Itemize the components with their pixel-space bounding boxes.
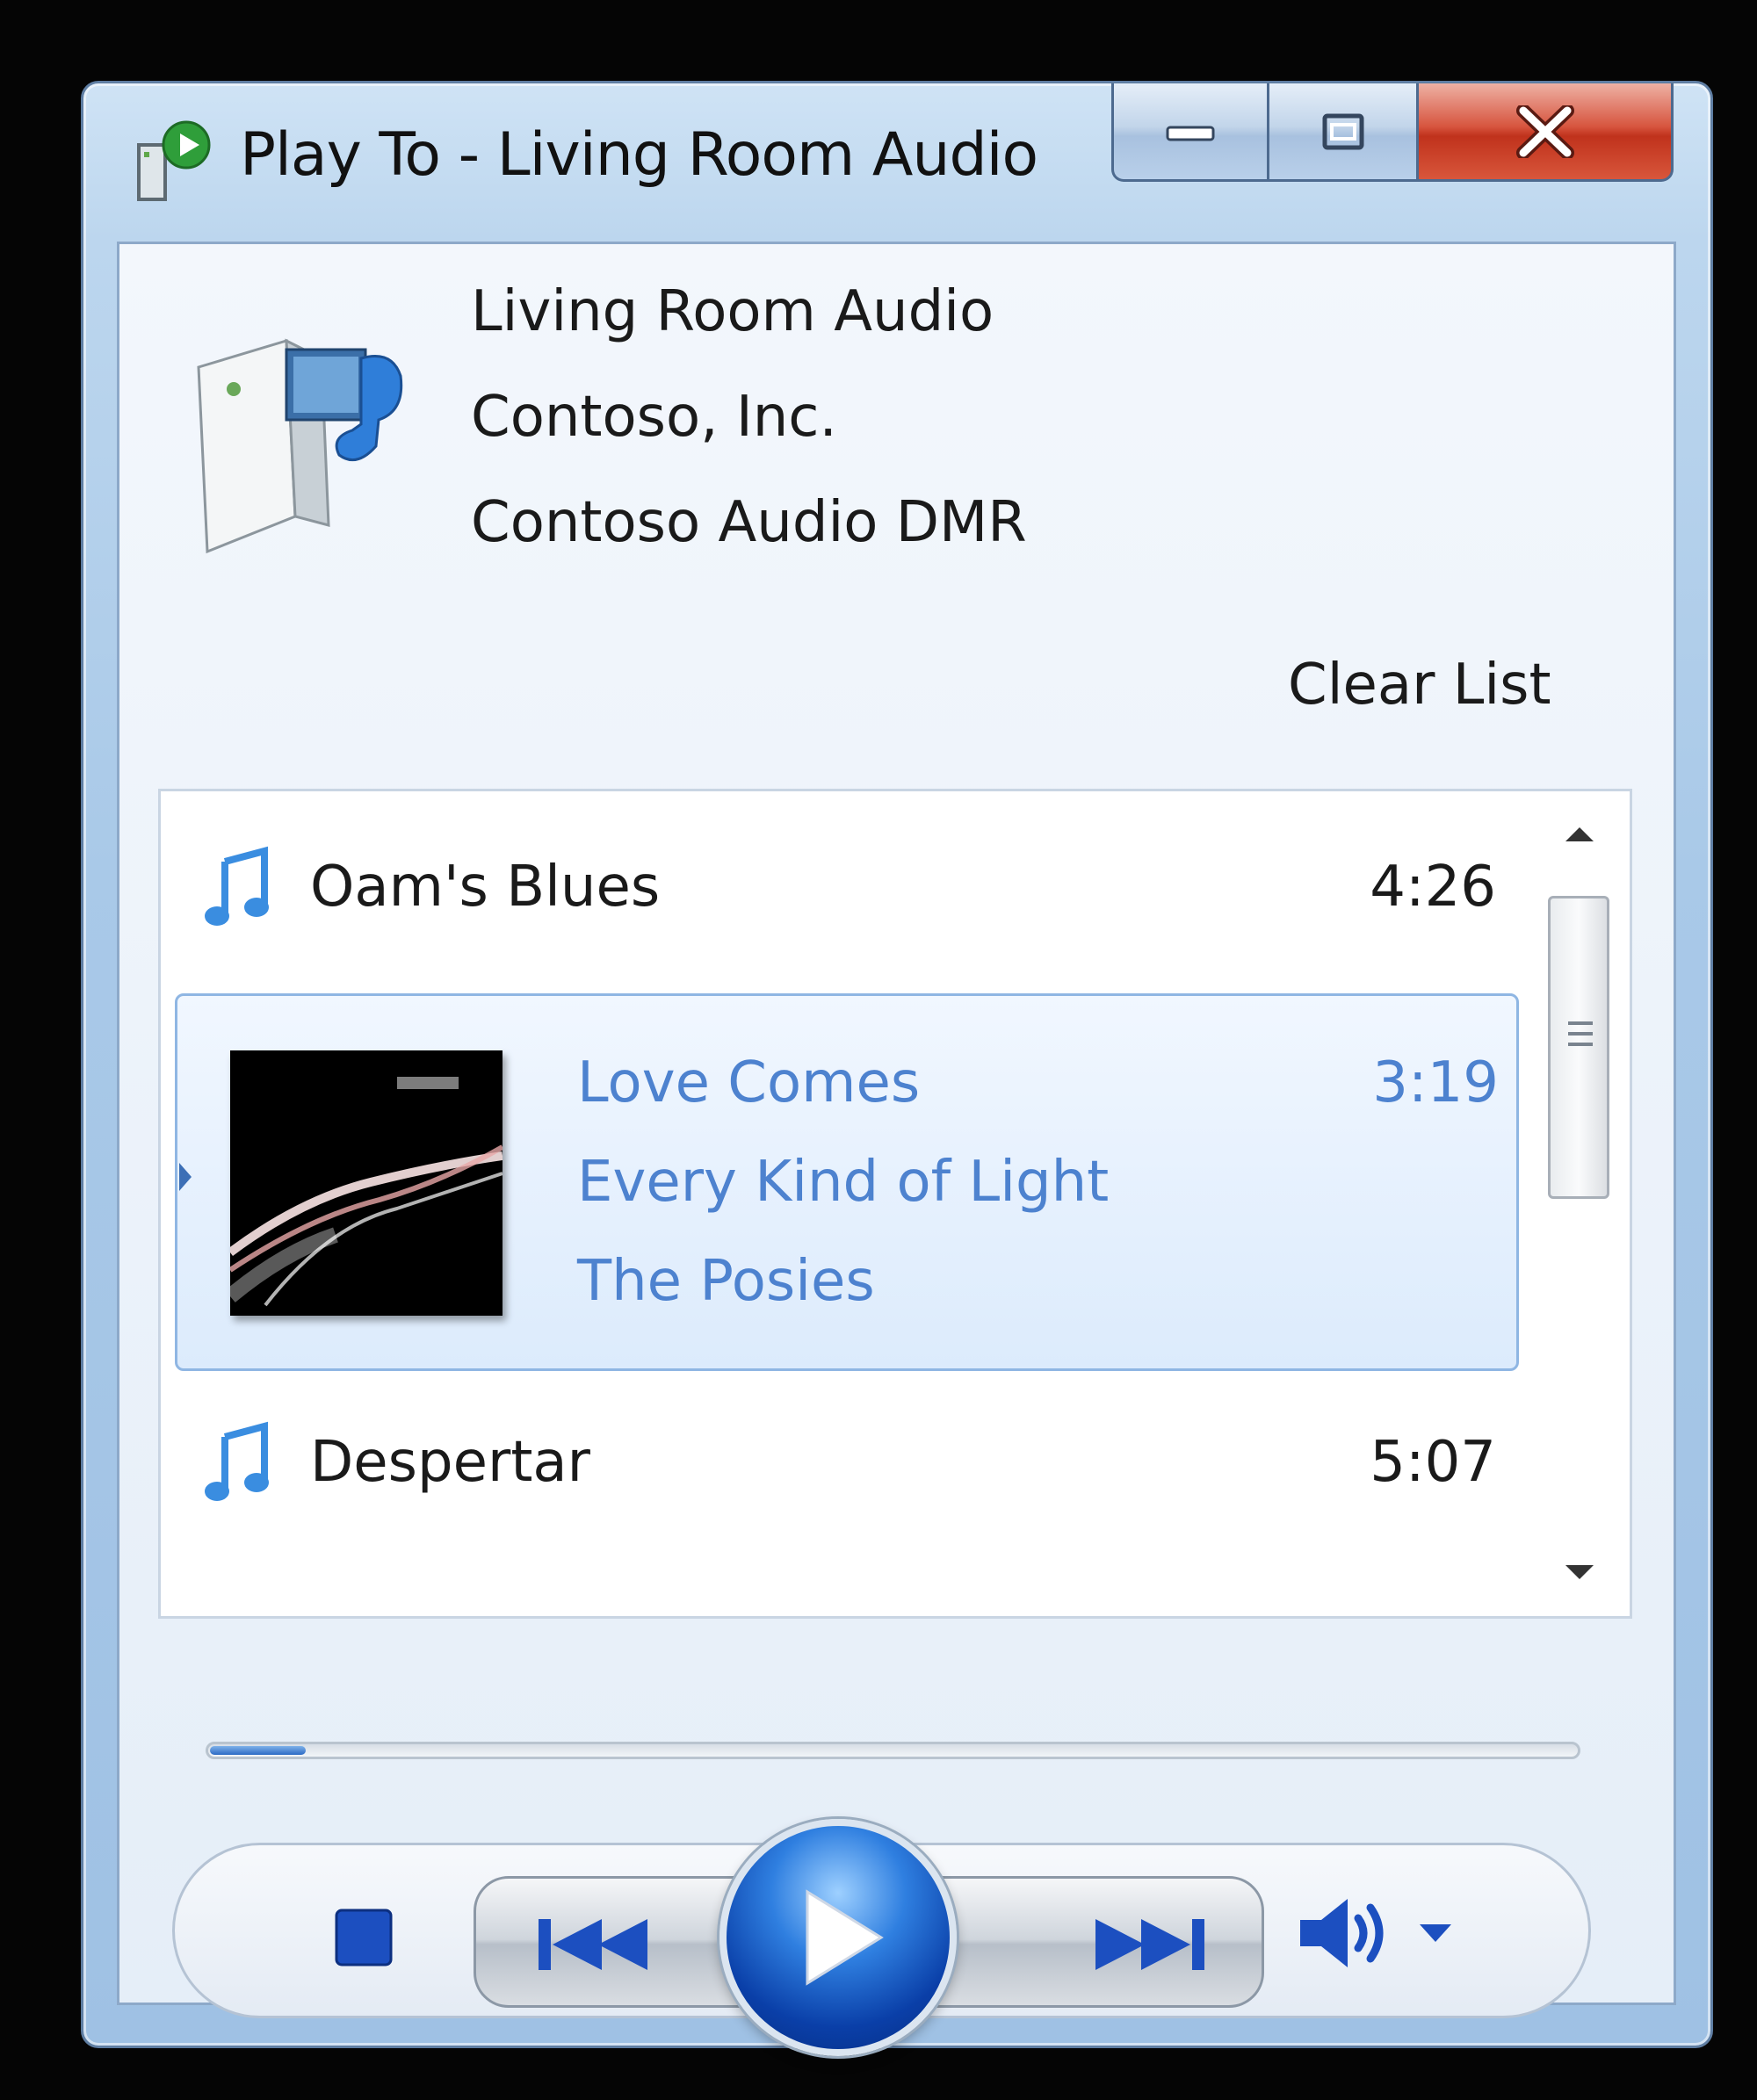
music-note-icon — [205, 1421, 269, 1501]
next-track-icon — [1095, 1919, 1204, 1970]
device-model: Contoso Audio DMR — [471, 490, 1027, 555]
volume-dropdown-button[interactable] — [1409, 1911, 1462, 1955]
speaker-volume-icon — [1300, 1899, 1384, 1967]
clear-list-link[interactable]: Clear List — [1288, 653, 1551, 718]
track-title: Oam's Blues — [310, 855, 661, 920]
track-title: Love Comes — [577, 1050, 921, 1115]
minimize-icon — [1166, 126, 1215, 141]
track-duration: 4:26 — [1370, 855, 1496, 920]
play-to-window: Play To - Living Room Audio Living Room … — [81, 81, 1713, 2056]
chevron-up-icon — [1565, 827, 1594, 841]
maximize-icon — [1322, 113, 1363, 149]
music-note-icon — [205, 846, 269, 926]
track-duration: 5:07 — [1370, 1430, 1496, 1495]
seek-bar[interactable] — [206, 1742, 1580, 1759]
stop-button[interactable] — [324, 1898, 403, 1977]
stop-icon — [335, 1909, 393, 1966]
window-title: Play To - Living Room Audio — [240, 120, 1038, 190]
play-to-icon — [137, 120, 211, 201]
list-item[interactable]: Oam's Blues 4:26 — [161, 844, 1514, 949]
previous-track-button[interactable] — [511, 1901, 687, 1988]
maximize-button[interactable] — [1269, 83, 1419, 182]
seek-bar-fill — [210, 1746, 306, 1755]
next-track-button[interactable] — [1056, 1901, 1232, 1988]
scroll-up-button[interactable] — [1537, 804, 1621, 865]
now-playing-marker — [179, 1163, 192, 1191]
album-art — [230, 1050, 503, 1316]
play-icon — [806, 1889, 884, 1986]
title-bar[interactable]: Play To - Living Room Audio — [83, 83, 1710, 237]
caption-buttons — [1111, 83, 1674, 182]
track-duration: 3:19 — [1372, 1050, 1499, 1115]
close-icon — [1515, 105, 1574, 158]
play-button[interactable] — [719, 1819, 957, 2056]
previous-track-icon — [539, 1919, 647, 1970]
playlist: Oam's Blues 4:26 Love Comes 3:19 Every K… — [158, 789, 1632, 1619]
selected-track[interactable]: Love Comes 3:19 Every Kind of Light The … — [175, 993, 1519, 1371]
track-album: Every Kind of Light — [577, 1150, 1110, 1215]
media-renderer-device-icon — [197, 338, 403, 554]
device-name: Living Room Audio — [471, 279, 994, 344]
chevron-down-icon — [1420, 1924, 1451, 1942]
list-item[interactable]: Despertar 5:07 — [161, 1419, 1514, 1525]
track-artist: The Posies — [577, 1249, 875, 1314]
close-button[interactable] — [1419, 83, 1674, 182]
playlist-scrollbar[interactable] — [1537, 804, 1621, 1603]
scroll-down-button[interactable] — [1537, 1541, 1621, 1603]
volume-button[interactable] — [1291, 1885, 1405, 1981]
scroll-thumb[interactable] — [1548, 896, 1609, 1199]
device-manufacturer: Contoso, Inc. — [471, 385, 837, 450]
chevron-down-icon — [1565, 1565, 1594, 1579]
minimize-button[interactable] — [1111, 83, 1269, 182]
track-title: Despertar — [310, 1430, 590, 1495]
client-area: Living Room Audio Contoso, Inc. Contoso … — [117, 242, 1676, 2056]
transport-controls — [172, 1819, 1591, 2056]
